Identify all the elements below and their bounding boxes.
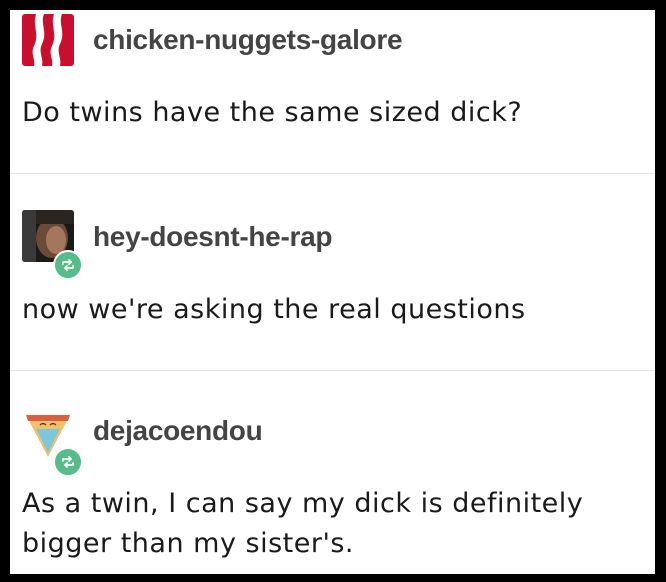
post-username[interactable]: chicken-nuggets-galore xyxy=(93,24,403,56)
post-reblog-2: dejacoendou As a twin, I can say my dick… xyxy=(10,370,655,574)
reblog-icon xyxy=(53,250,83,280)
post-username[interactable]: hey-doesnt-he-rap xyxy=(93,221,332,253)
reblog-icon xyxy=(53,447,83,477)
post-username[interactable]: dejacoendou xyxy=(93,415,263,447)
post-body-text: now we're asking the real questions xyxy=(22,294,526,325)
post-body-text: As a twin, I can say my dick is definite… xyxy=(22,488,584,559)
post-body-text: Do twins have the same sized dick? xyxy=(22,97,523,128)
post-reblog-1: hey-doesnt-he-rap now we're asking the r… xyxy=(10,173,655,370)
bacon-avatar-icon[interactable] xyxy=(22,14,74,66)
post-original: chicken-nuggets-galore Do twins have the… xyxy=(10,10,655,173)
tumblr-post-thread: chicken-nuggets-galore Do twins have the… xyxy=(10,10,655,574)
